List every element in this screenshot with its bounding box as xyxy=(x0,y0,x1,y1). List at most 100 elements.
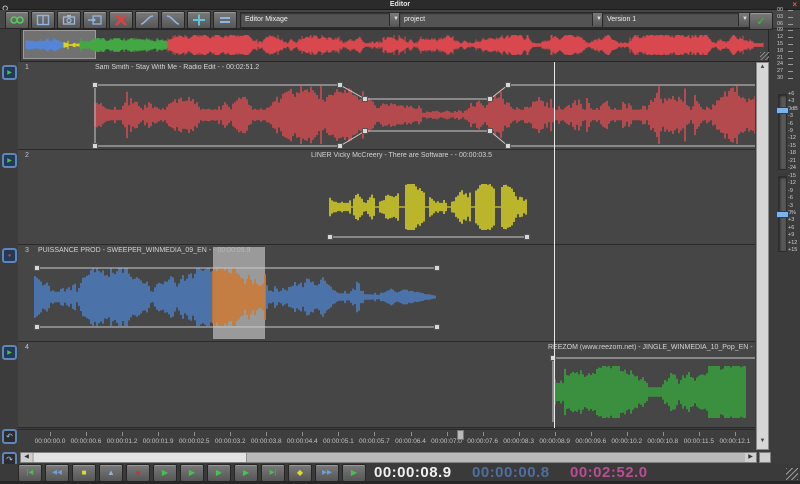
import-clip-button[interactable] xyxy=(83,11,107,29)
ruler-tick-label: 00:00:09.6 xyxy=(575,438,606,445)
scroll-down-icon[interactable]: ▼ xyxy=(757,438,768,444)
version-value: Version 1 xyxy=(607,16,636,23)
play-button[interactable]: ▶ xyxy=(153,464,177,482)
track-row-2[interactable]: 2LINER Vicky McCreery - There are Softwa… xyxy=(18,150,755,245)
pitch-scale-label: +6 xyxy=(788,226,794,231)
vertical-scrollbar[interactable]: ▲ ▼ xyxy=(756,62,769,450)
db-scale-tick xyxy=(788,71,793,72)
gain-scale-label: -12 xyxy=(788,136,796,141)
ruler-tick xyxy=(302,432,303,436)
resize-grip[interactable] xyxy=(786,468,798,480)
move-mode-button[interactable] xyxy=(187,11,211,29)
play-icon: ▶ xyxy=(162,469,168,477)
time-total-display: 00:02:52.0 xyxy=(570,464,648,481)
validate-button[interactable]: ✓ xyxy=(749,12,773,30)
tracks-area[interactable]: 1Sam Smith - Stay With Me - Radio Edit -… xyxy=(18,62,755,428)
track-2-play-button[interactable]: ▶ xyxy=(2,153,17,168)
pitch-fader[interactable]: -15-12-9-6-30%+3+6+9+12+15 xyxy=(771,176,800,250)
ruler-tick xyxy=(230,432,231,436)
track-row-1[interactable]: 1Sam Smith - Stay With Me - Radio Edit -… xyxy=(18,62,755,150)
play-cursor-button[interactable]: ▶ xyxy=(180,464,204,482)
time-remaining-display: 00:00:00.8 xyxy=(472,464,550,481)
snapshot-button[interactable] xyxy=(57,11,81,29)
find-button[interactable] xyxy=(5,11,29,29)
overview-resize-grip[interactable] xyxy=(760,52,769,60)
pitch-scale-label: -6 xyxy=(788,196,793,201)
stop-button[interactable]: ■ xyxy=(72,464,96,482)
ruler-tick xyxy=(447,432,448,436)
zoom-previous-button[interactable]: ↶ xyxy=(2,429,17,444)
split-view-button[interactable] xyxy=(31,11,55,29)
play-selection-button[interactable]: ▶ xyxy=(207,464,231,482)
hscroll-thumb[interactable] xyxy=(34,453,247,462)
gain-scale-label: 0dB xyxy=(788,107,798,112)
eject-button[interactable]: ▲ xyxy=(99,464,123,482)
horizontal-scrollbar[interactable]: ◀ ▶ xyxy=(20,452,757,463)
track-row-4[interactable]: 4REEZOM (www.reezom.net) - JINGLE_WINMED… xyxy=(18,342,755,428)
ruler-tick-label: 00:00:05.7 xyxy=(359,438,390,445)
track-3-play-button[interactable]: ● xyxy=(2,248,17,263)
waveform-track-2 xyxy=(18,150,755,245)
pitch-scale-label: -3 xyxy=(788,204,793,209)
play-mix-button[interactable]: ▶ xyxy=(342,464,366,482)
playhead[interactable] xyxy=(554,62,555,428)
record-button[interactable]: ● xyxy=(126,464,150,482)
gain-fader-groove xyxy=(778,94,787,170)
gain-scale-label: +3 xyxy=(788,99,794,104)
ruler-tick-label: 00:00:11.5 xyxy=(684,438,714,445)
ruler-tick-label: 00:00:03.2 xyxy=(215,438,246,445)
scroll-left-icon[interactable]: ◀ xyxy=(21,453,32,462)
timeline-ruler[interactable]: 00:00:00.000:00:00.600:00:01.200:00:01.9… xyxy=(18,429,755,450)
fade-in-button[interactable] xyxy=(135,11,159,29)
db-scale-label: 21 xyxy=(777,56,783,61)
db-scale-tick xyxy=(788,30,793,31)
ruler-tick-label: 00:00:06.4 xyxy=(395,438,426,445)
align-mode-button[interactable] xyxy=(213,11,237,29)
go-start-button[interactable]: |◀ xyxy=(18,464,42,482)
window-title: Editor xyxy=(0,0,800,9)
gain-scale-label: -15 xyxy=(788,144,796,149)
play-to-end-button[interactable]: ▶| xyxy=(261,464,285,482)
gain-fader-handle[interactable] xyxy=(776,107,789,114)
pitch-scale-label: 0% xyxy=(788,211,796,216)
play-mix-icon: ▶ xyxy=(351,469,357,477)
play-track-button[interactable]: ▶ xyxy=(234,464,258,482)
gain-scale-label: -3 xyxy=(788,114,793,119)
ruler-tick-label: 00:00:00.0 xyxy=(35,438,66,445)
stop-icon: ■ xyxy=(82,469,87,477)
gain-scale-label: -6 xyxy=(788,122,793,127)
title-bar: Editor × xyxy=(0,0,800,10)
pitch-fader-handle[interactable] xyxy=(776,211,789,218)
pitch-scale-label: -9 xyxy=(788,189,793,194)
editor-mode-combobox[interactable]: Editor Mixage ▼ xyxy=(240,12,403,28)
rewind-button[interactable]: ◀◀ xyxy=(45,464,69,482)
ruler-tick xyxy=(374,432,375,436)
rewind-icon: ◀◀ xyxy=(52,469,62,477)
ruler-tick xyxy=(411,432,412,436)
db-scale-tick xyxy=(788,17,793,18)
play-selection-icon: ▶ xyxy=(216,469,222,477)
project-value: project xyxy=(404,16,425,23)
ruler-tick xyxy=(735,432,736,436)
fast-forward-button[interactable]: ▶▶ xyxy=(315,464,339,482)
toolbar: Editor Mixage ▼ project ▼ Version 1 ▼ ✓ xyxy=(0,10,800,29)
ruler-tick-label: 00:00:10.2 xyxy=(611,438,642,445)
overview-waveform[interactable] xyxy=(20,29,769,62)
gain-fader[interactable]: +6+30dB-3-6-9-12-15-18-21-24 xyxy=(771,94,800,168)
track-4-play-button[interactable]: ▶ xyxy=(2,345,17,360)
db-scale-label: 03 xyxy=(777,15,783,20)
auto-mix-button[interactable]: ◆ xyxy=(288,464,312,482)
track-1-play-button[interactable]: ▶ xyxy=(2,65,17,80)
project-combobox[interactable]: project ▼ xyxy=(399,12,606,28)
fade-out-button[interactable] xyxy=(161,11,185,29)
db-scale-tick xyxy=(788,58,793,59)
scroll-up-icon[interactable]: ▲ xyxy=(757,64,768,70)
version-combobox[interactable]: Version 1 ▼ xyxy=(602,12,752,28)
go-start-icon: |◀ xyxy=(27,469,34,477)
ruler-marker[interactable] xyxy=(457,430,464,440)
scroll-corner-button[interactable] xyxy=(759,452,771,463)
scroll-right-icon[interactable]: ▶ xyxy=(745,453,756,462)
overview-wave xyxy=(21,30,766,59)
track-row-3[interactable]: 3PUISSANCE PROD - SWEEPER_WINMEDIA_09_EN… xyxy=(18,245,755,342)
delete-clip-button[interactable] xyxy=(109,11,133,29)
